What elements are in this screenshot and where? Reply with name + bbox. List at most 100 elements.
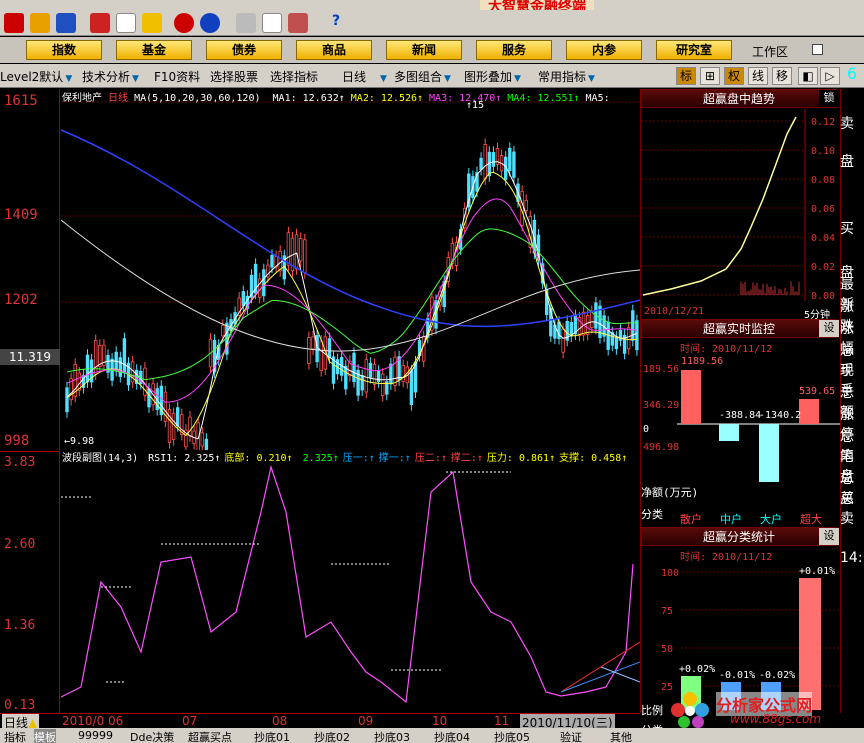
candle-body — [176, 407, 180, 427]
candle-body — [508, 147, 512, 171]
formula-tab[interactable]: 超赢买点 — [188, 729, 232, 743]
rights-button[interactable]: 权 — [724, 67, 744, 85]
tools-icon[interactable] — [288, 13, 308, 33]
menu-news-button[interactable]: 新闻 — [386, 40, 462, 60]
dropdown-arrow-icon: ▼ — [380, 74, 387, 84]
candle-body — [118, 357, 122, 377]
func-overlay[interactable]: 图形叠加 ▼ — [464, 68, 521, 85]
category-super: 超大 — [800, 513, 822, 526]
func-overlay-label: 图形叠加 — [464, 70, 513, 84]
flower-logo-icon — [671, 692, 709, 728]
formula-tab[interactable]: 验证 — [560, 729, 582, 743]
func-common-indicator[interactable]: 常用指标 ▼ — [538, 68, 595, 85]
data-label: 539.65 — [799, 386, 835, 397]
y-tick: 0 — [643, 424, 649, 435]
candlestick-chart[interactable] — [61, 100, 640, 450]
rsi-line — [61, 464, 634, 704]
y-tick: 189.56 — [643, 364, 679, 375]
candle-body — [65, 387, 69, 413]
help-icon[interactable]: ? — [326, 13, 346, 33]
func-select-stock[interactable]: 选择股票 — [210, 68, 258, 85]
lock-button[interactable]: 锁 — [819, 90, 839, 107]
y-tick: 0.06 — [811, 204, 835, 215]
window-icon[interactable] — [262, 13, 282, 33]
candle-body — [380, 373, 385, 396]
func-f10[interactable]: F10资料 — [154, 68, 200, 85]
candle-body — [364, 359, 368, 393]
menu-bar: 指数 基金 债券 商品 新闻 服务 内参 研究室 工作区 — [0, 37, 864, 63]
candle-body — [307, 337, 311, 364]
stop-icon[interactable] — [4, 13, 24, 33]
monitor-settings-button[interactable]: 设 — [819, 320, 839, 337]
func-multi-chart[interactable]: 多图组合 ▼ — [394, 68, 451, 85]
formula-tab[interactable]: Dde决策 — [130, 729, 174, 743]
candle-body — [635, 320, 639, 351]
func-select-indicator[interactable]: 选择指标 — [270, 68, 318, 85]
title-strip: 大智慧金融终端 — [0, 0, 864, 16]
dropdown-arrow-icon: ▼ — [65, 74, 73, 84]
bar — [799, 399, 819, 424]
date-label: 10 — [432, 714, 448, 728]
date-axis: 日线▲ 2010/0 06 07 08 09 10 11 2010/11/10(… — [0, 713, 640, 731]
date-label: 09 — [358, 714, 374, 728]
monitor-chart: 189.56 346.29 0 496.98 1189.56 -388.84-1340.2… — [643, 356, 840, 482]
download-icon[interactable] — [90, 13, 110, 33]
menu-commodity-button[interactable]: 商品 — [296, 40, 372, 60]
candle-body — [294, 234, 299, 270]
formula-tab[interactable]: 模板 — [34, 729, 56, 743]
candle-body — [311, 336, 315, 350]
net-amount-label: 净额(万元) — [641, 486, 699, 499]
candle-body — [319, 340, 323, 372]
func-period[interactable]: 日线 ▼ — [342, 68, 387, 85]
date-label: 06 — [108, 714, 124, 728]
people-icon[interactable] — [56, 13, 76, 33]
watermark-url: www.88gs.com — [730, 712, 822, 726]
y-tick: 998 — [4, 433, 30, 449]
menu-insider-button[interactable]: 内参 — [566, 40, 642, 60]
y-tick: 496.98 — [643, 442, 679, 453]
menu-research-button[interactable]: 研究室 — [656, 40, 732, 60]
mark-button[interactable]: 标 — [676, 67, 696, 85]
high-value: 15 — [472, 100, 485, 111]
classify-panel-title: 超赢分类统计 — [641, 527, 837, 546]
high-annotation: ↑15 — [466, 100, 485, 111]
candle-body — [524, 199, 528, 211]
workarea-dropdown-icon[interactable] — [812, 44, 823, 55]
candle-body — [401, 365, 405, 382]
formula-tab[interactable]: 抄底05 — [494, 729, 530, 743]
menu-service-button[interactable]: 服务 — [476, 40, 552, 60]
candle-body — [278, 251, 282, 272]
formula-tab[interactable]: 抄底04 — [434, 729, 470, 743]
func-level2[interactable]: Level2默认 ▼ — [0, 68, 72, 85]
formula-tab[interactable]: 抄底01 — [254, 729, 290, 743]
ma-line — [61, 219, 640, 352]
clipboard-icon[interactable] — [236, 13, 256, 33]
grid-button[interactable]: ⊞ — [700, 67, 720, 85]
menu-index-button[interactable]: 指数 — [26, 40, 102, 60]
data-label: 1189.56 — [681, 356, 723, 367]
globe-icon[interactable] — [200, 13, 220, 33]
formula-tab[interactable]: 99999 — [78, 729, 113, 742]
candle-body — [376, 370, 381, 383]
func-tech-analysis[interactable]: 技术分析 ▼ — [82, 68, 139, 85]
chart-icon[interactable] — [116, 13, 136, 33]
category-label: 分类 — [641, 508, 663, 521]
line-button[interactable]: 线 — [748, 67, 768, 85]
move-button[interactable]: 移 — [772, 67, 792, 85]
menu-fund-button[interactable]: 基金 — [116, 40, 192, 60]
formula-tab[interactable]: 其他 — [610, 729, 632, 743]
menu-bond-button[interactable]: 债券 — [206, 40, 282, 60]
power-icon[interactable] — [174, 13, 194, 33]
panel-right-icon[interactable]: ▷ — [820, 67, 840, 85]
workarea-label[interactable]: 工作区 — [752, 43, 788, 60]
rsi-subchart[interactable] — [61, 452, 640, 712]
formula-tab[interactable]: 抄底02 — [314, 729, 350, 743]
diamond-icon[interactable] — [142, 13, 162, 33]
category-medium: 中户 — [720, 513, 742, 526]
flag-icon[interactable] — [30, 13, 50, 33]
classify-settings-button[interactable]: 设 — [819, 528, 839, 545]
formula-tab[interactable]: 抄底03 — [374, 729, 410, 743]
formula-tab[interactable]: 指标 — [4, 729, 26, 743]
candle-body — [614, 336, 619, 350]
panel-left-icon[interactable]: ◧ — [798, 67, 818, 85]
